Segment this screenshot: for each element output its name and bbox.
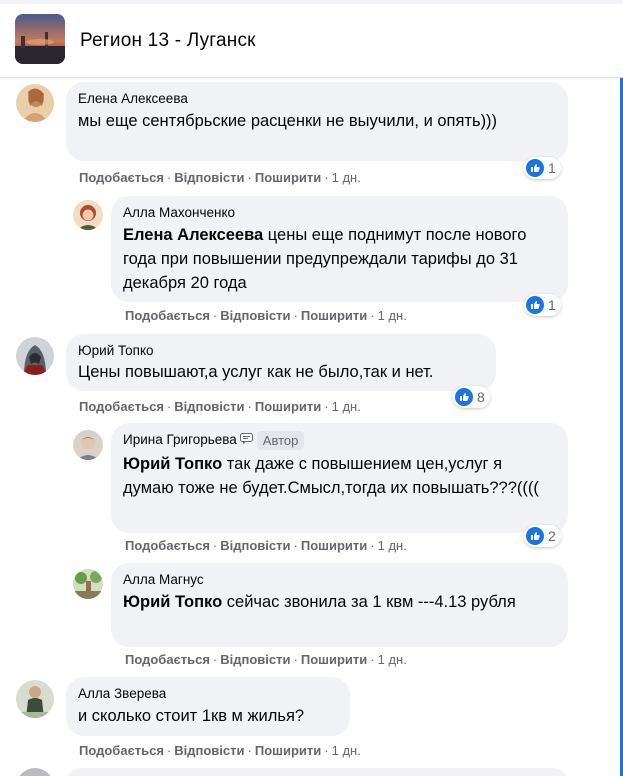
comment-author[interactable]: Юрий Топко [78, 342, 484, 359]
comment-bubble: Алла Зверева и сколько стоит 1кв м жилья… [66, 677, 350, 736]
share-button[interactable]: Поширити [255, 170, 321, 185]
share-button[interactable]: Поширити [255, 399, 321, 414]
comment-actions: Подобається · Відповісти · Поширити · 1 дн. [125, 538, 407, 553]
top-strip [0, 0, 623, 4]
separator: · [324, 170, 329, 185]
like-button[interactable]: Подобається [79, 399, 164, 414]
separator: · [293, 652, 298, 667]
chat-bubble-icon [239, 432, 253, 449]
comment-bubble: Ирина Григорьева Автор Юрий Топко так даж… [111, 423, 568, 533]
avatar[interactable] [16, 337, 54, 375]
comment-bubble: Алла Магнус Юрий Топко сейчас звонила за… [111, 563, 568, 647]
comment-time[interactable]: 1 дн. [378, 652, 407, 667]
like-icon [526, 527, 544, 545]
comment-text: Цены повышают,а услуг как не было,так и … [78, 363, 434, 381]
reply-button[interactable]: Відповісти [174, 170, 244, 185]
comment-text: сейчас звонила за 1 квм ---4.13 рубля [226, 593, 516, 611]
comment-text-block: Юрий Топко так даже с повышением цен,усл… [123, 452, 556, 500]
separator: · [247, 170, 252, 185]
comment-bubble: Елена Алексеева мы еще сентябрьские расц… [66, 82, 568, 161]
comment-actions: Подобається · Відповісти · Поширити · 1 дн. [79, 170, 361, 185]
comment-actions: Подобається · Відповісти · Поширити · 1 дн. [79, 743, 361, 758]
group-header: Регион 13 - Луганск [0, 0, 623, 78]
reply-button[interactable]: Відповісти [220, 652, 290, 667]
comment-author[interactable]: Алла Махонченко [123, 204, 556, 221]
avatar[interactable] [16, 680, 54, 718]
separator: · [166, 743, 172, 758]
like-count: 1 [548, 297, 556, 313]
share-button[interactable]: Поширити [301, 538, 367, 553]
comment-actions: Подобається · Відповісти · Поширити · 1 дн. [125, 308, 407, 323]
comment-text-block: Елена Алексеева цены еще поднимут после … [123, 223, 556, 295]
avatar[interactable] [73, 430, 103, 460]
comment-bubble: Юрий Топко Цены повышают,а услуг как не … [66, 334, 496, 391]
comment-text: мы еще сентябрьские расценки не выучили,… [78, 112, 498, 130]
comment-author[interactable]: Ирина Григорьева [123, 432, 237, 447]
like-count: 8 [477, 389, 485, 405]
separator: · [370, 652, 375, 667]
avatar[interactable] [73, 569, 103, 599]
group-avatar[interactable] [15, 14, 65, 64]
separator: · [370, 538, 375, 553]
like-button[interactable]: Подобається [79, 743, 164, 758]
group-title[interactable]: Регион 13 - Луганск [80, 30, 256, 52]
reply-button[interactable]: Відповісти [174, 399, 244, 414]
like-icon [526, 296, 544, 314]
like-button[interactable]: Подобається [125, 538, 210, 553]
comment-bubble [66, 768, 568, 776]
mention-link[interactable]: Юрий Топко [123, 455, 222, 473]
separator: · [370, 308, 375, 323]
comment-author[interactable]: Алла Магнус [123, 571, 556, 588]
separator: · [293, 538, 298, 553]
separator: · [247, 399, 252, 414]
separator: · [166, 170, 172, 185]
reactions-summary[interactable]: 1 [524, 294, 561, 316]
reactions-summary[interactable]: 8 [453, 386, 490, 408]
avatar[interactable] [73, 200, 103, 230]
like-button[interactable]: Подобається [79, 170, 164, 185]
share-button[interactable]: Поширити [301, 652, 367, 667]
reactions-summary[interactable]: 1 [524, 157, 561, 179]
comment-bubble: Алла Махонченко Елена Алексеева цены еще… [111, 196, 568, 302]
mention-link[interactable]: Елена Алексеева [123, 226, 263, 244]
separator: · [324, 743, 329, 758]
separator: · [247, 743, 252, 758]
comment-time[interactable]: 1 дн. [332, 170, 361, 185]
mention-link[interactable]: Юрий Топко [123, 593, 222, 611]
comment-actions: Подобається · Відповісти · Поширити · 1 дн. [125, 652, 407, 667]
comment-author[interactable]: Елена Алексеева [78, 90, 556, 107]
like-button[interactable]: Подобається [125, 652, 210, 667]
separator: · [212, 538, 218, 553]
comment-time[interactable]: 1 дн. [378, 308, 407, 323]
like-count: 1 [548, 160, 556, 176]
reply-button[interactable]: Відповісти [220, 538, 290, 553]
comment-time[interactable]: 1 дн. [378, 538, 407, 553]
comment-time[interactable]: 1 дн. [332, 399, 361, 414]
author-badge: Автор [256, 431, 305, 450]
like-icon [455, 388, 473, 406]
separator: · [166, 399, 172, 414]
comment-author-row: Ирина Григорьева Автор [123, 431, 556, 450]
like-icon [526, 159, 544, 177]
avatar[interactable] [16, 84, 54, 122]
separator: · [212, 308, 218, 323]
like-count: 2 [548, 528, 556, 544]
share-button[interactable]: Поширити [301, 308, 367, 323]
reply-button[interactable]: Відповісти [220, 308, 290, 323]
comment-actions: Подобається · Відповісти · Поширити · 1 дн. [79, 399, 361, 414]
reply-button[interactable]: Відповісти [174, 743, 244, 758]
separator: · [324, 399, 329, 414]
reactions-summary[interactable]: 2 [524, 525, 561, 547]
avatar[interactable] [16, 768, 54, 776]
separator: · [293, 308, 298, 323]
comment-text: и сколько стоит 1кв м жилья? [78, 707, 305, 725]
separator: · [212, 652, 218, 667]
like-button[interactable]: Подобається [125, 308, 210, 323]
comment-text-block: Юрий Топко сейчас звонила за 1 квм ---4.… [123, 590, 556, 614]
share-button[interactable]: Поширити [255, 743, 321, 758]
comment-time[interactable]: 1 дн. [332, 743, 361, 758]
comment-author[interactable]: Алла Зверева [78, 685, 338, 702]
